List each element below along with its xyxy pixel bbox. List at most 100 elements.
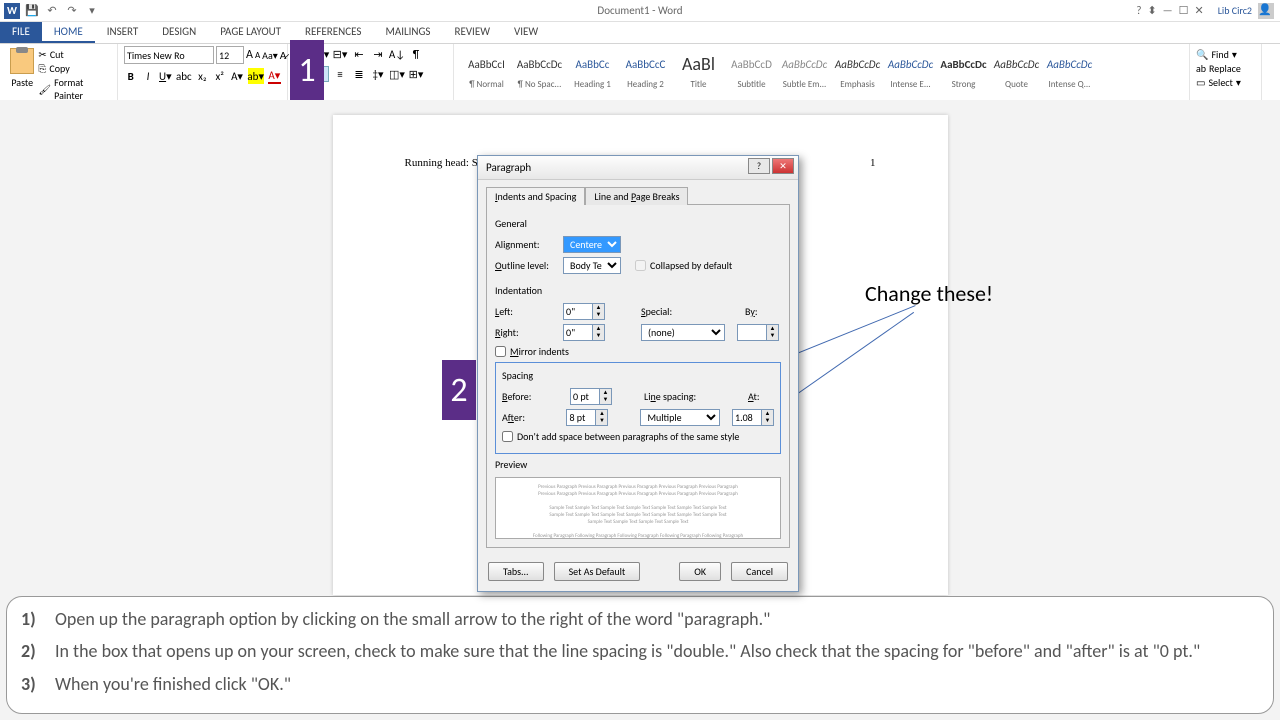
ribbon-toggle-icon[interactable]: ⬍ [1147, 4, 1156, 17]
indent-left-input[interactable] [563, 303, 593, 320]
tab-home[interactable]: HOME [42, 22, 95, 43]
brush-icon: 🖌 [38, 83, 51, 96]
before-label: Before: [502, 390, 564, 403]
cancel-button[interactable]: Cancel [731, 562, 788, 581]
user-avatar[interactable]: 👤 [1258, 3, 1274, 19]
subscript-button[interactable]: x₂ [196, 68, 209, 84]
paste-button[interactable]: Paste [6, 46, 38, 102]
bold-button[interactable]: B [124, 68, 137, 84]
superscript-button[interactable]: x² [213, 68, 226, 84]
style-subtitle[interactable]: AaBbCcDSubtitle [725, 46, 778, 100]
highlight-icon[interactable]: ab▾ [248, 68, 264, 84]
minimize-icon[interactable]: — [1163, 4, 1173, 17]
alignment-select[interactable]: Centered [563, 236, 621, 253]
italic-button[interactable]: I [141, 68, 154, 84]
by-input[interactable] [737, 324, 767, 341]
preview-label: Preview [495, 458, 781, 471]
line-spacing-icon[interactable]: ‡▾ [370, 66, 386, 82]
select-button[interactable]: ▭Select▾ [1196, 76, 1255, 89]
tab-indents-spacing[interactable]: IIndents and Spacingndents and Spacing [486, 187, 585, 205]
paragraph-dialog: Paragraph ? ✕ IIndents and Spacingndents… [477, 155, 799, 592]
outline-select[interactable]: Body Text [563, 257, 621, 274]
style-no-spacing[interactable]: AaBbCcDc¶ No Spac... [513, 46, 566, 100]
decrease-indent-icon[interactable]: ⇤ [351, 46, 367, 62]
annotation-text: Change these! [865, 280, 993, 307]
styles-gallery[interactable]: AaBbCcI¶ Normal AaBbCcDc¶ No Spac... AaB… [460, 46, 1140, 100]
strikethrough-button[interactable]: abc [176, 68, 192, 84]
underline-button[interactable]: U▾ [159, 68, 172, 84]
redo-icon[interactable]: ↷ [64, 3, 80, 19]
style-title[interactable]: AaBlTitle [672, 46, 725, 100]
tab-view[interactable]: VIEW [502, 22, 550, 43]
dialog-help-icon[interactable]: ? [748, 158, 770, 174]
mirror-label: Mirror indents [510, 345, 569, 358]
dialog-close-icon[interactable]: ✕ [772, 158, 794, 174]
show-marks-icon[interactable]: ¶ [408, 46, 424, 62]
qat-dropdown-icon[interactable]: ▾ [84, 3, 100, 19]
sort-icon[interactable]: A↓ [389, 46, 405, 62]
replace-button[interactable]: abReplace [1196, 62, 1255, 75]
special-select[interactable]: (none) [641, 324, 725, 341]
format-painter-button[interactable]: 🖌Format Painter [38, 76, 111, 102]
style-quote[interactable]: AaBbCcDcQuote [990, 46, 1043, 100]
page-number: 1 [870, 157, 876, 169]
help-icon[interactable]: ? [1136, 4, 1141, 17]
undo-icon[interactable]: ↶ [44, 3, 60, 19]
mirror-checkbox[interactable] [495, 346, 506, 357]
right-label: Right: [495, 326, 557, 339]
tab-review[interactable]: REVIEW [442, 22, 502, 43]
borders-icon[interactable]: ⊞▾ [408, 66, 424, 82]
style-heading2[interactable]: AaBbCcCHeading 2 [619, 46, 672, 100]
tab-mailings[interactable]: MAILINGS [373, 22, 442, 43]
indent-right-input[interactable] [563, 324, 593, 341]
dont-add-space-checkbox[interactable] [502, 431, 513, 442]
text-effects-icon[interactable]: A▾ [230, 68, 243, 84]
increase-indent-icon[interactable]: ⇥ [370, 46, 386, 62]
style-intense-q[interactable]: AaBbCcDcIntense Q... [1043, 46, 1096, 100]
grow-font-icon[interactable]: A [246, 48, 253, 62]
shrink-font-icon[interactable]: A [255, 50, 260, 61]
font-size-select[interactable] [216, 46, 244, 64]
change-case-icon[interactable]: Aa▾ [262, 49, 278, 62]
tab-design[interactable]: DESIGN [150, 22, 208, 43]
tab-page-layout[interactable]: PAGE LAYOUT [208, 22, 293, 43]
cut-icon [38, 48, 46, 61]
clear-format-icon[interactable]: A̷ [280, 49, 287, 62]
style-subtle-em[interactable]: AaBbCcDcSubtle Em... [778, 46, 831, 100]
style-strong[interactable]: AaBbCcDcStrong [937, 46, 990, 100]
spinner-buttons[interactable]: ▲▼ [593, 303, 605, 320]
copy-button[interactable]: ⎘Copy [38, 62, 111, 75]
style-intense-e[interactable]: AaBbCcDcIntense E... [884, 46, 937, 100]
cut-button[interactable]: Cut [38, 48, 111, 61]
align-right-icon[interactable]: ≡ [332, 66, 348, 82]
font-name-select[interactable] [124, 46, 214, 64]
paste-icon [10, 48, 34, 74]
tab-file[interactable]: FILE [0, 22, 42, 43]
line-spacing-label: Line spacing: [644, 390, 714, 403]
tab-line-page-breaks[interactable]: Line and Page Breaks [585, 187, 688, 205]
collapsed-checkbox [635, 260, 646, 271]
user-label[interactable]: Lib Circ2 [1218, 4, 1252, 17]
copy-icon: ⎘ [38, 62, 46, 75]
font-color-icon[interactable]: A▾ [268, 68, 281, 84]
multilevel-icon[interactable]: ⊟▾ [332, 46, 348, 62]
tab-insert[interactable]: INSERT [95, 22, 151, 43]
before-input[interactable] [570, 388, 600, 405]
style-normal[interactable]: AaBbCcI¶ Normal [460, 46, 513, 100]
style-emphasis[interactable]: AaBbCcDcEmphasis [831, 46, 884, 100]
at-input[interactable] [732, 409, 762, 426]
ok-button[interactable]: OK [679, 562, 721, 581]
save-icon[interactable]: 💾 [24, 3, 40, 19]
justify-icon[interactable]: ≣ [351, 66, 367, 82]
tabs-button[interactable]: Tabs... [488, 562, 544, 581]
shading-icon[interactable]: ◫▾ [389, 66, 405, 82]
close-icon[interactable]: ✕ [1195, 4, 1204, 17]
line-spacing-select[interactable]: Multiple [640, 409, 720, 426]
spacing-label: Spacing [502, 369, 774, 382]
after-input[interactable] [566, 409, 596, 426]
set-default-button[interactable]: Set As Default [554, 562, 641, 581]
style-heading1[interactable]: AaBbCcHeading 1 [566, 46, 619, 100]
find-button[interactable]: 🔍Find▾ [1196, 48, 1255, 61]
after-label: After: [502, 411, 560, 424]
maximize-icon[interactable]: ☐ [1179, 4, 1189, 17]
